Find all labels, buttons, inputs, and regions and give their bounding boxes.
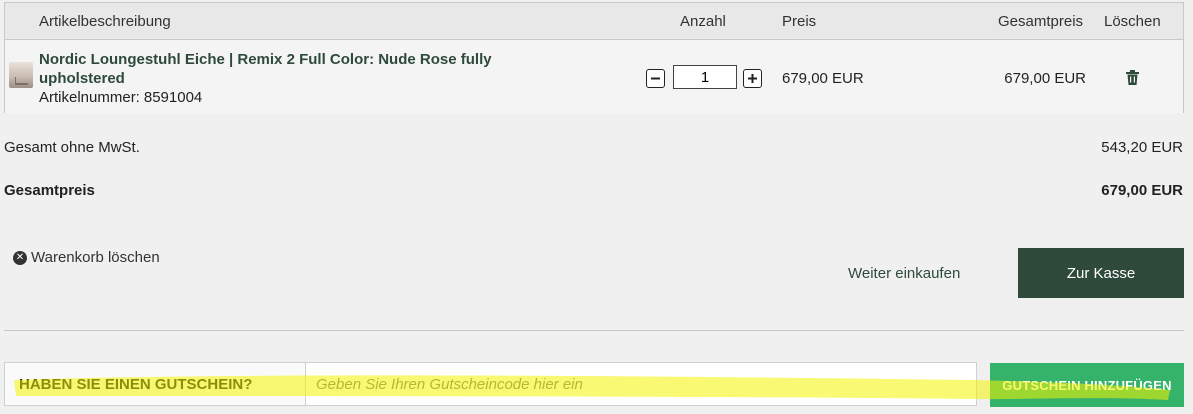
sku-value: 8591004 (143, 89, 203, 106)
net-total-value: 543,20 EUR (1101, 139, 1183, 156)
product-thumbnail[interactable] (9, 62, 33, 88)
net-total-label: Gesamt ohne MwSt. (4, 139, 140, 156)
coupon-code-input[interactable] (305, 362, 977, 406)
product-sku: Artikelnummer: 8591004 (39, 89, 202, 106)
checkout-button[interactable]: Zur Kasse (1018, 248, 1184, 298)
table-header: Artikelbeschreibung Anzahl Preis Gesamtp… (5, 3, 1183, 40)
clear-cart-button[interactable]: ✕ Warenkorb löschen (13, 249, 160, 266)
line-total: 679,00 EUR (1004, 70, 1086, 87)
coupon-label: HABEN SIE EINEN GUTSCHEIN? (19, 376, 253, 393)
unit-price: 679,00 EUR (782, 70, 864, 87)
header-price: Preis (782, 13, 817, 30)
sku-label: Artikelnummer: (39, 89, 140, 106)
plus-icon[interactable] (743, 69, 762, 88)
divider (4, 330, 1184, 331)
gross-total-value: 679,00 EUR (1101, 182, 1183, 199)
coupon-section: HABEN SIE EINEN GUTSCHEIN? (4, 362, 977, 406)
close-circle-icon: ✕ (13, 250, 27, 265)
product-name-link[interactable]: Nordic Loungestuhl Eiche | Remix 2 Full … (39, 50, 509, 88)
gross-total-label: Gesamtpreis (4, 182, 95, 199)
header-delete: Löschen (1104, 13, 1161, 30)
header-total: Gesamtpreis (998, 13, 1084, 30)
quantity-input[interactable] (673, 65, 737, 89)
trash-icon[interactable] (1126, 70, 1139, 85)
table-row: Nordic Loungestuhl Eiche | Remix 2 Full … (5, 40, 1183, 113)
minus-icon[interactable] (646, 69, 665, 88)
cart-table: Artikelbeschreibung Anzahl Preis Gesamtp… (4, 2, 1184, 113)
add-coupon-button[interactable]: GUTSCHEIN HINZUFÜGEN (990, 363, 1184, 407)
header-description: Artikelbeschreibung (39, 13, 171, 30)
continue-shopping-link[interactable]: Weiter einkaufen (848, 265, 960, 282)
header-quantity: Anzahl (680, 13, 726, 30)
clear-cart-label: Warenkorb löschen (31, 249, 160, 266)
